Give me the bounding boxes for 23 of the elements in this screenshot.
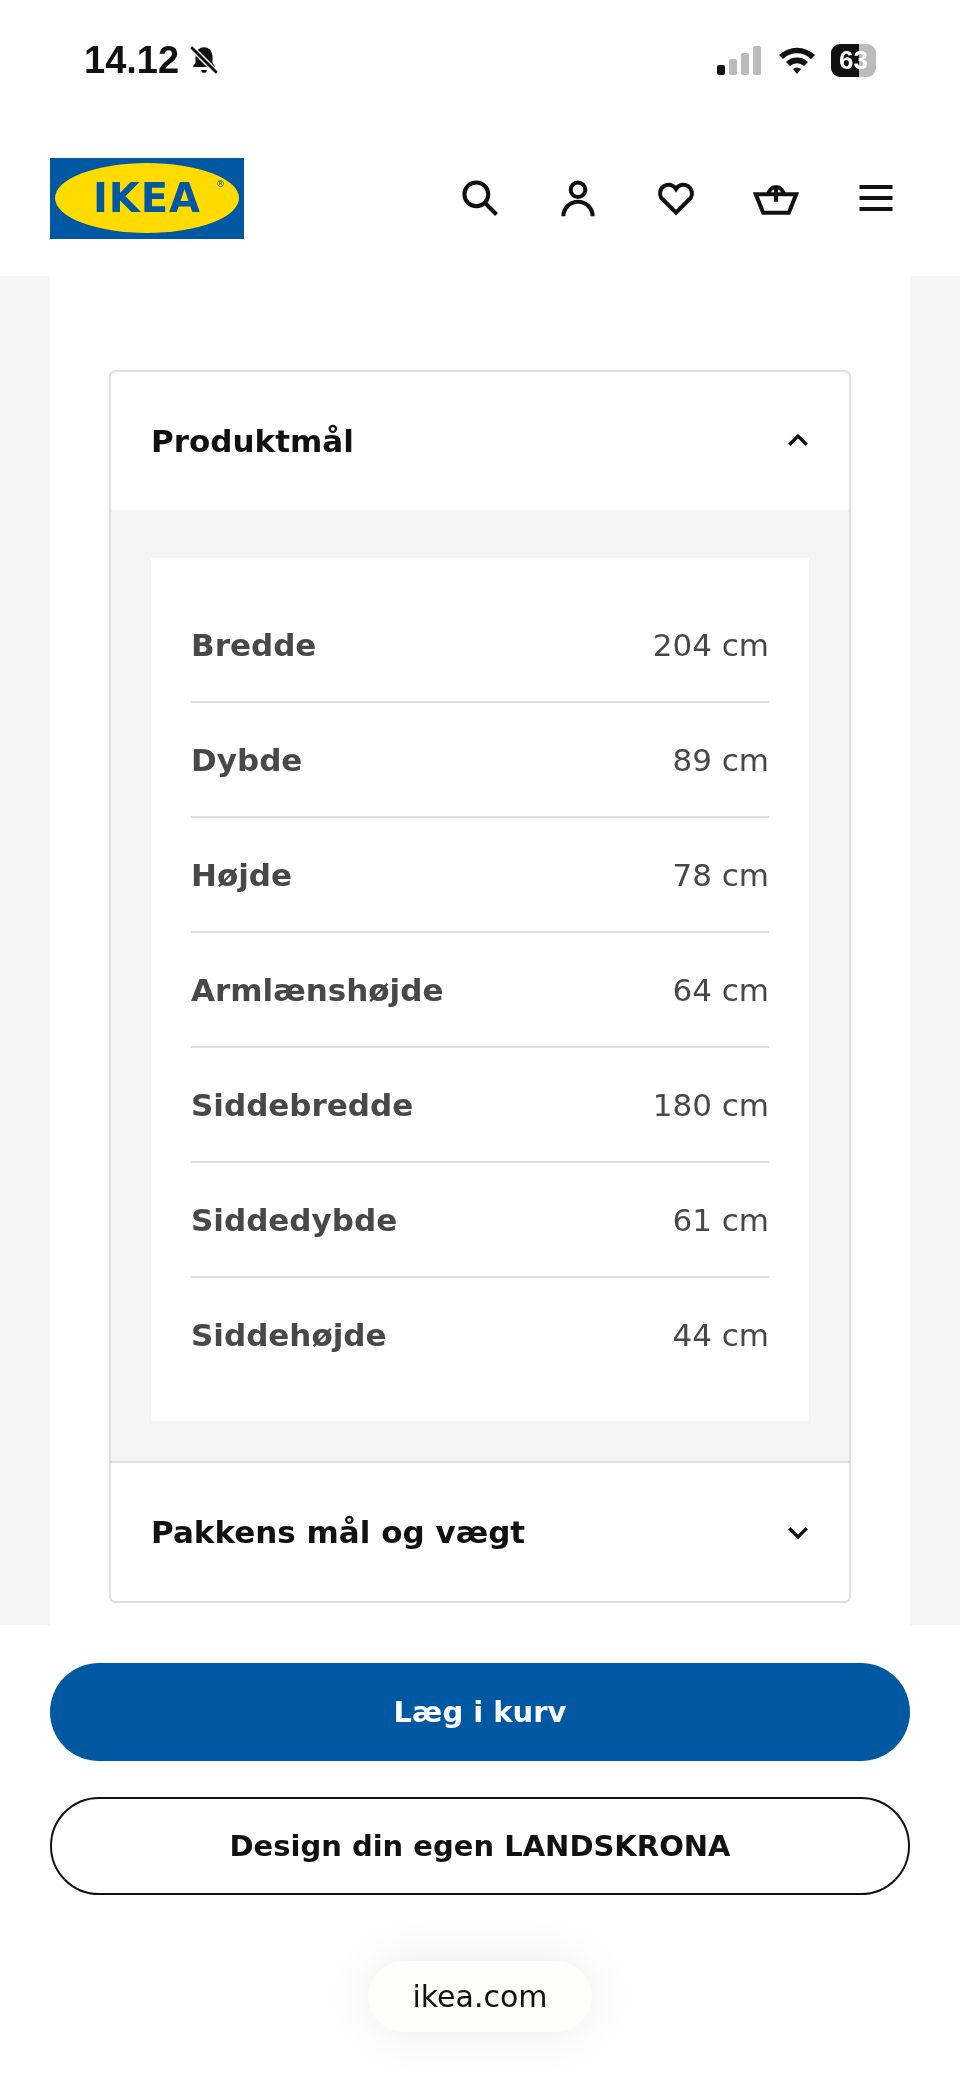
dimension-value: 89 cm xyxy=(672,741,769,778)
accordion-header[interactable]: Pakkens mål og vægt xyxy=(111,1463,849,1601)
dimension-label: Dybde xyxy=(191,741,303,778)
ikea-logo[interactable]: IKEA ® xyxy=(50,157,244,239)
dimension-value: 44 cm xyxy=(672,1316,769,1353)
signal-icon xyxy=(715,45,764,75)
dimension-value: 204 cm xyxy=(652,626,769,663)
address-bar[interactable]: ikea.com xyxy=(368,1961,592,2032)
accordion-header[interactable]: Produktmål xyxy=(111,372,849,510)
design-button[interactable]: Design din egen LANDSKRONA xyxy=(50,1797,910,1895)
dimension-value: 61 cm xyxy=(672,1201,769,1238)
dimension-label: Armlænshøjde xyxy=(191,971,444,1008)
dimension-value: 64 cm xyxy=(672,971,769,1008)
dimension-label: Siddehøjde xyxy=(191,1316,387,1353)
dimension-label: Siddebredde xyxy=(191,1086,414,1123)
wifi-icon xyxy=(777,45,818,75)
dimension-value: 180 cm xyxy=(652,1086,769,1123)
add-to-cart-button[interactable]: Læg i kurv xyxy=(50,1663,910,1761)
dimension-label: Siddedybde xyxy=(191,1201,398,1238)
clock-time: 14.12 xyxy=(84,38,180,82)
dimension-value: 78 cm xyxy=(672,856,769,893)
dimension-label: Bredde xyxy=(191,626,317,663)
dimension-label: Højde xyxy=(191,856,293,893)
